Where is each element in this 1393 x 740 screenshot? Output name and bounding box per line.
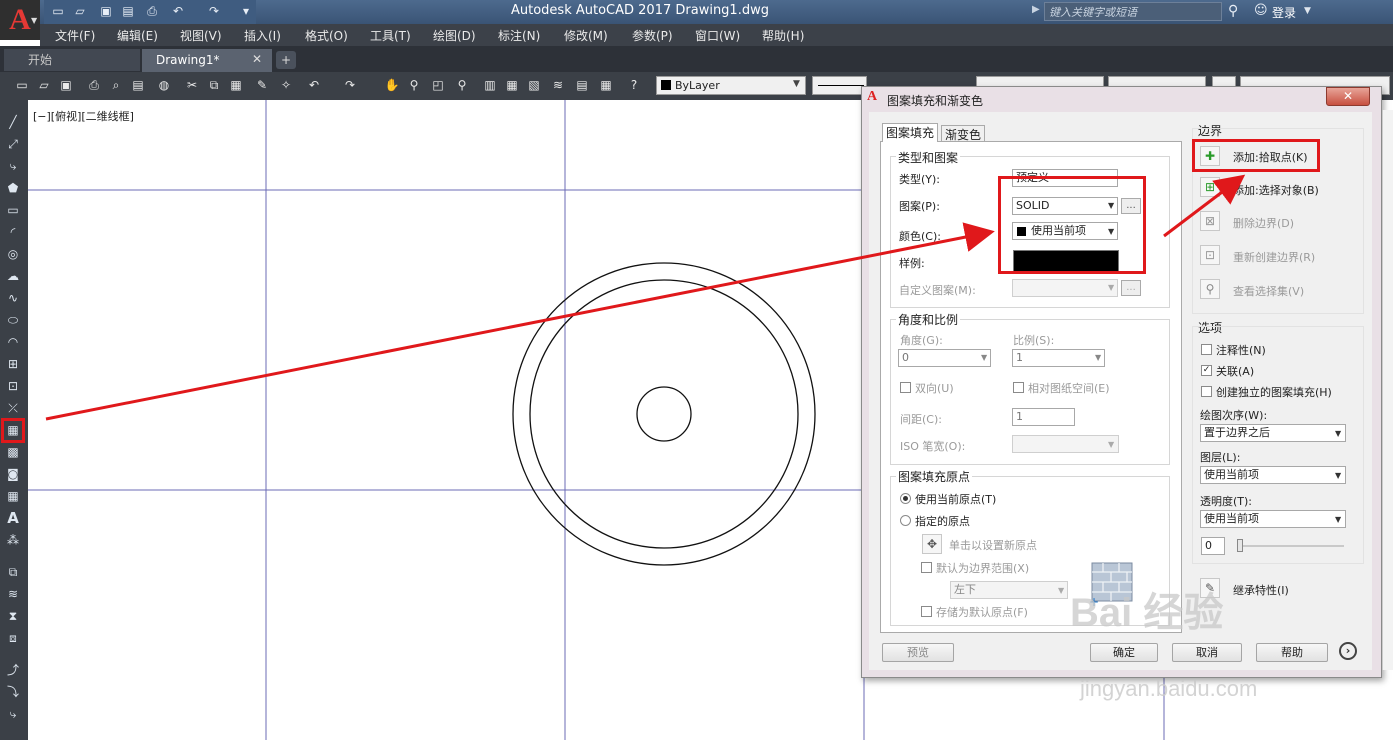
- arrow-to-add-pick-points: [1163, 174, 1246, 238]
- tab-hatch[interactable]: 图案填充: [882, 123, 939, 142]
- baidu-watermark-url: jingyan.baidu.com: [1080, 676, 1258, 701]
- baidu-watermark-logo: Bai 经验: [1070, 591, 1224, 635]
- arrow-to-pattern-settings: [45, 222, 995, 421]
